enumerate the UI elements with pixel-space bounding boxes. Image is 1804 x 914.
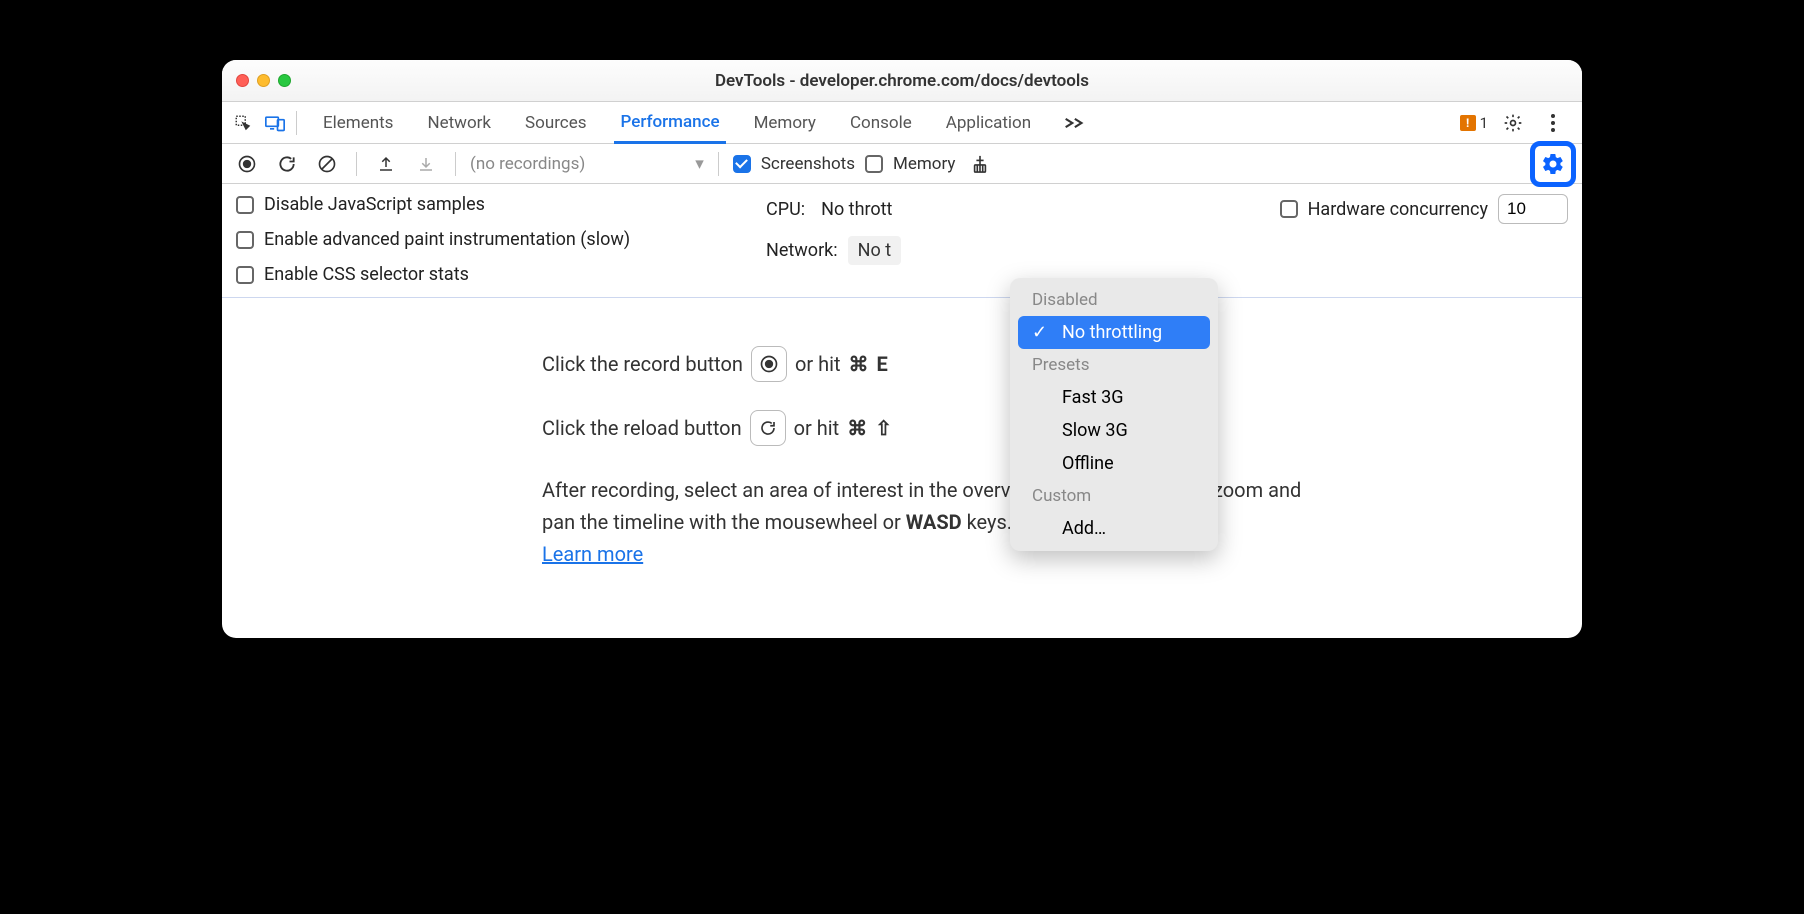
memory-label: Memory — [893, 154, 955, 174]
clear-button[interactable] — [312, 149, 342, 179]
dropdown-group-disabled: Disabled — [1014, 284, 1214, 316]
enable-paint-label: Enable advanced paint instrumentation (s… — [264, 229, 630, 250]
disable-js-checkbox[interactable] — [236, 196, 254, 214]
hw-concurrency-label: Hardware concurrency — [1308, 199, 1488, 220]
memory-checkbox[interactable] — [865, 155, 883, 173]
tab-application[interactable]: Application — [940, 102, 1037, 143]
dropdown-group-presets: Presets — [1014, 349, 1214, 381]
tab-performance[interactable]: Performance — [614, 103, 725, 144]
tab-console[interactable]: Console — [844, 102, 918, 143]
minimize-window-button[interactable] — [257, 74, 270, 87]
screenshots-checkbox[interactable] — [733, 155, 751, 173]
download-button[interactable] — [411, 149, 441, 179]
reload-keycap-icon — [750, 410, 786, 446]
upload-button[interactable] — [371, 149, 401, 179]
close-window-button[interactable] — [236, 74, 249, 87]
enable-css-checkbox[interactable] — [236, 266, 254, 284]
window-controls — [236, 74, 291, 87]
settings-gear-icon[interactable] — [1498, 108, 1528, 138]
dropdown-group-custom: Custom — [1014, 480, 1214, 512]
tabsbar: Elements Network Sources Performance Mem… — [222, 102, 1582, 144]
record-keycap-icon — [751, 346, 787, 382]
disable-js-label: Disable JavaScript samples — [264, 194, 485, 215]
window-title: DevTools - developer.chrome.com/docs/dev… — [222, 71, 1582, 91]
tab-elements[interactable]: Elements — [317, 102, 399, 143]
recordings-label: (no recordings) — [470, 154, 585, 174]
cpu-select[interactable]: No thrott — [815, 199, 892, 220]
garbage-collect-icon[interactable] — [965, 149, 995, 179]
tab-sources[interactable]: Sources — [519, 102, 592, 143]
dropdown-item-fast3g[interactable]: Fast 3G — [1018, 381, 1210, 414]
dropdown-item-no-throttling[interactable]: No throttling — [1018, 316, 1210, 349]
devtools-window: DevTools - developer.chrome.com/docs/dev… — [222, 60, 1582, 638]
reload-button[interactable] — [272, 149, 302, 179]
dropdown-item-add[interactable]: Add… — [1018, 512, 1210, 545]
caret-down-icon: ▾ — [695, 154, 704, 174]
maximize-window-button[interactable] — [278, 74, 291, 87]
tabsbar-right: 1 — [1460, 108, 1576, 138]
enable-css-label: Enable CSS selector stats — [264, 264, 469, 285]
hw-concurrency-input[interactable] — [1498, 194, 1568, 224]
tab-memory[interactable]: Memory — [748, 102, 822, 143]
network-throttling-dropdown: Disabled No throttling Presets Fast 3G S… — [1010, 278, 1218, 551]
dropdown-item-slow3g[interactable]: Slow 3G — [1018, 414, 1210, 447]
tab-network[interactable]: Network — [421, 102, 497, 143]
hw-concurrency-checkbox[interactable] — [1280, 200, 1298, 218]
panel-tabs: Elements Network Sources Performance Mem… — [317, 102, 1458, 143]
record-button[interactable] — [232, 149, 262, 179]
performance-toolbar: (no recordings) ▾ Screenshots Memory — [222, 144, 1582, 184]
network-label: Network: — [766, 240, 838, 261]
titlebar: DevTools - developer.chrome.com/docs/dev… — [222, 60, 1582, 102]
warning-icon — [1460, 115, 1476, 131]
cpu-label: CPU: — [766, 199, 805, 220]
enable-paint-checkbox[interactable] — [236, 231, 254, 249]
performance-empty-state: Click the record button or hit ⌘ E ding.… — [222, 298, 1582, 638]
more-tabs-icon[interactable] — [1059, 108, 1089, 138]
kebab-menu-icon[interactable] — [1538, 108, 1568, 138]
device-toggle-icon[interactable] — [260, 108, 290, 138]
capture-settings-panel: Disable JavaScript samples Enable advanc… — [222, 184, 1582, 298]
recordings-select[interactable]: (no recordings) ▾ — [470, 154, 704, 174]
capture-settings-button[interactable] — [1530, 141, 1576, 187]
screenshots-label: Screenshots — [761, 154, 855, 174]
dropdown-item-offline[interactable]: Offline — [1018, 447, 1210, 480]
network-select[interactable]: No t — [848, 236, 901, 265]
issues-count: 1 — [1480, 114, 1488, 132]
inspect-icon[interactable] — [228, 108, 258, 138]
issues-badge[interactable]: 1 — [1460, 114, 1488, 132]
learn-more-link[interactable]: Learn more — [542, 542, 643, 566]
